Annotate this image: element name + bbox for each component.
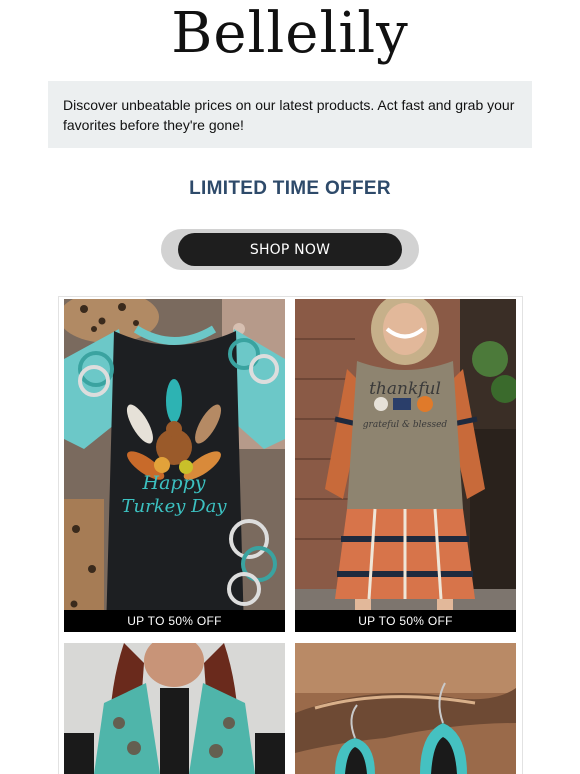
product-card-plaid-dress[interactable]: thankful grateful & blessed UP TO 50% OF… — [295, 299, 516, 632]
tee-print-line1: Happy — [142, 472, 206, 494]
brand-logo[interactable]: Bellelily — [0, 2, 580, 66]
product-card-turkey-tee[interactable]: Happy Turkey Day UP TO 50% OFF — [64, 299, 285, 632]
product-image-paisley-vest[interactable] — [64, 643, 285, 774]
dress-print-line2: grateful & blessed — [363, 420, 448, 430]
product-image-turkey-tee[interactable]: Happy Turkey Day — [64, 299, 285, 632]
promo-banner: Discover unbeatable prices on our latest… — [48, 81, 532, 148]
product-image-earrings[interactable] — [295, 643, 516, 774]
shop-now-button-ring: SHOP NOW — [161, 229, 419, 270]
shop-now-button[interactable]: SHOP NOW — [178, 233, 402, 266]
dress-print-line1: thankful — [369, 379, 441, 399]
product-card-paisley-vest[interactable] — [64, 643, 285, 774]
banner-text: Discover unbeatable prices on our latest… — [63, 97, 515, 133]
product-image-plaid-dress[interactable]: thankful grateful & blessed — [295, 299, 516, 632]
tee-print-line2: Turkey Day — [122, 496, 228, 517]
offer-headline: LIMITED TIME OFFER — [189, 178, 391, 199]
product-card-earrings[interactable] — [295, 643, 516, 774]
product-caption: UP TO 50% OFF — [64, 610, 285, 632]
product-caption: UP TO 50% OFF — [295, 610, 516, 632]
